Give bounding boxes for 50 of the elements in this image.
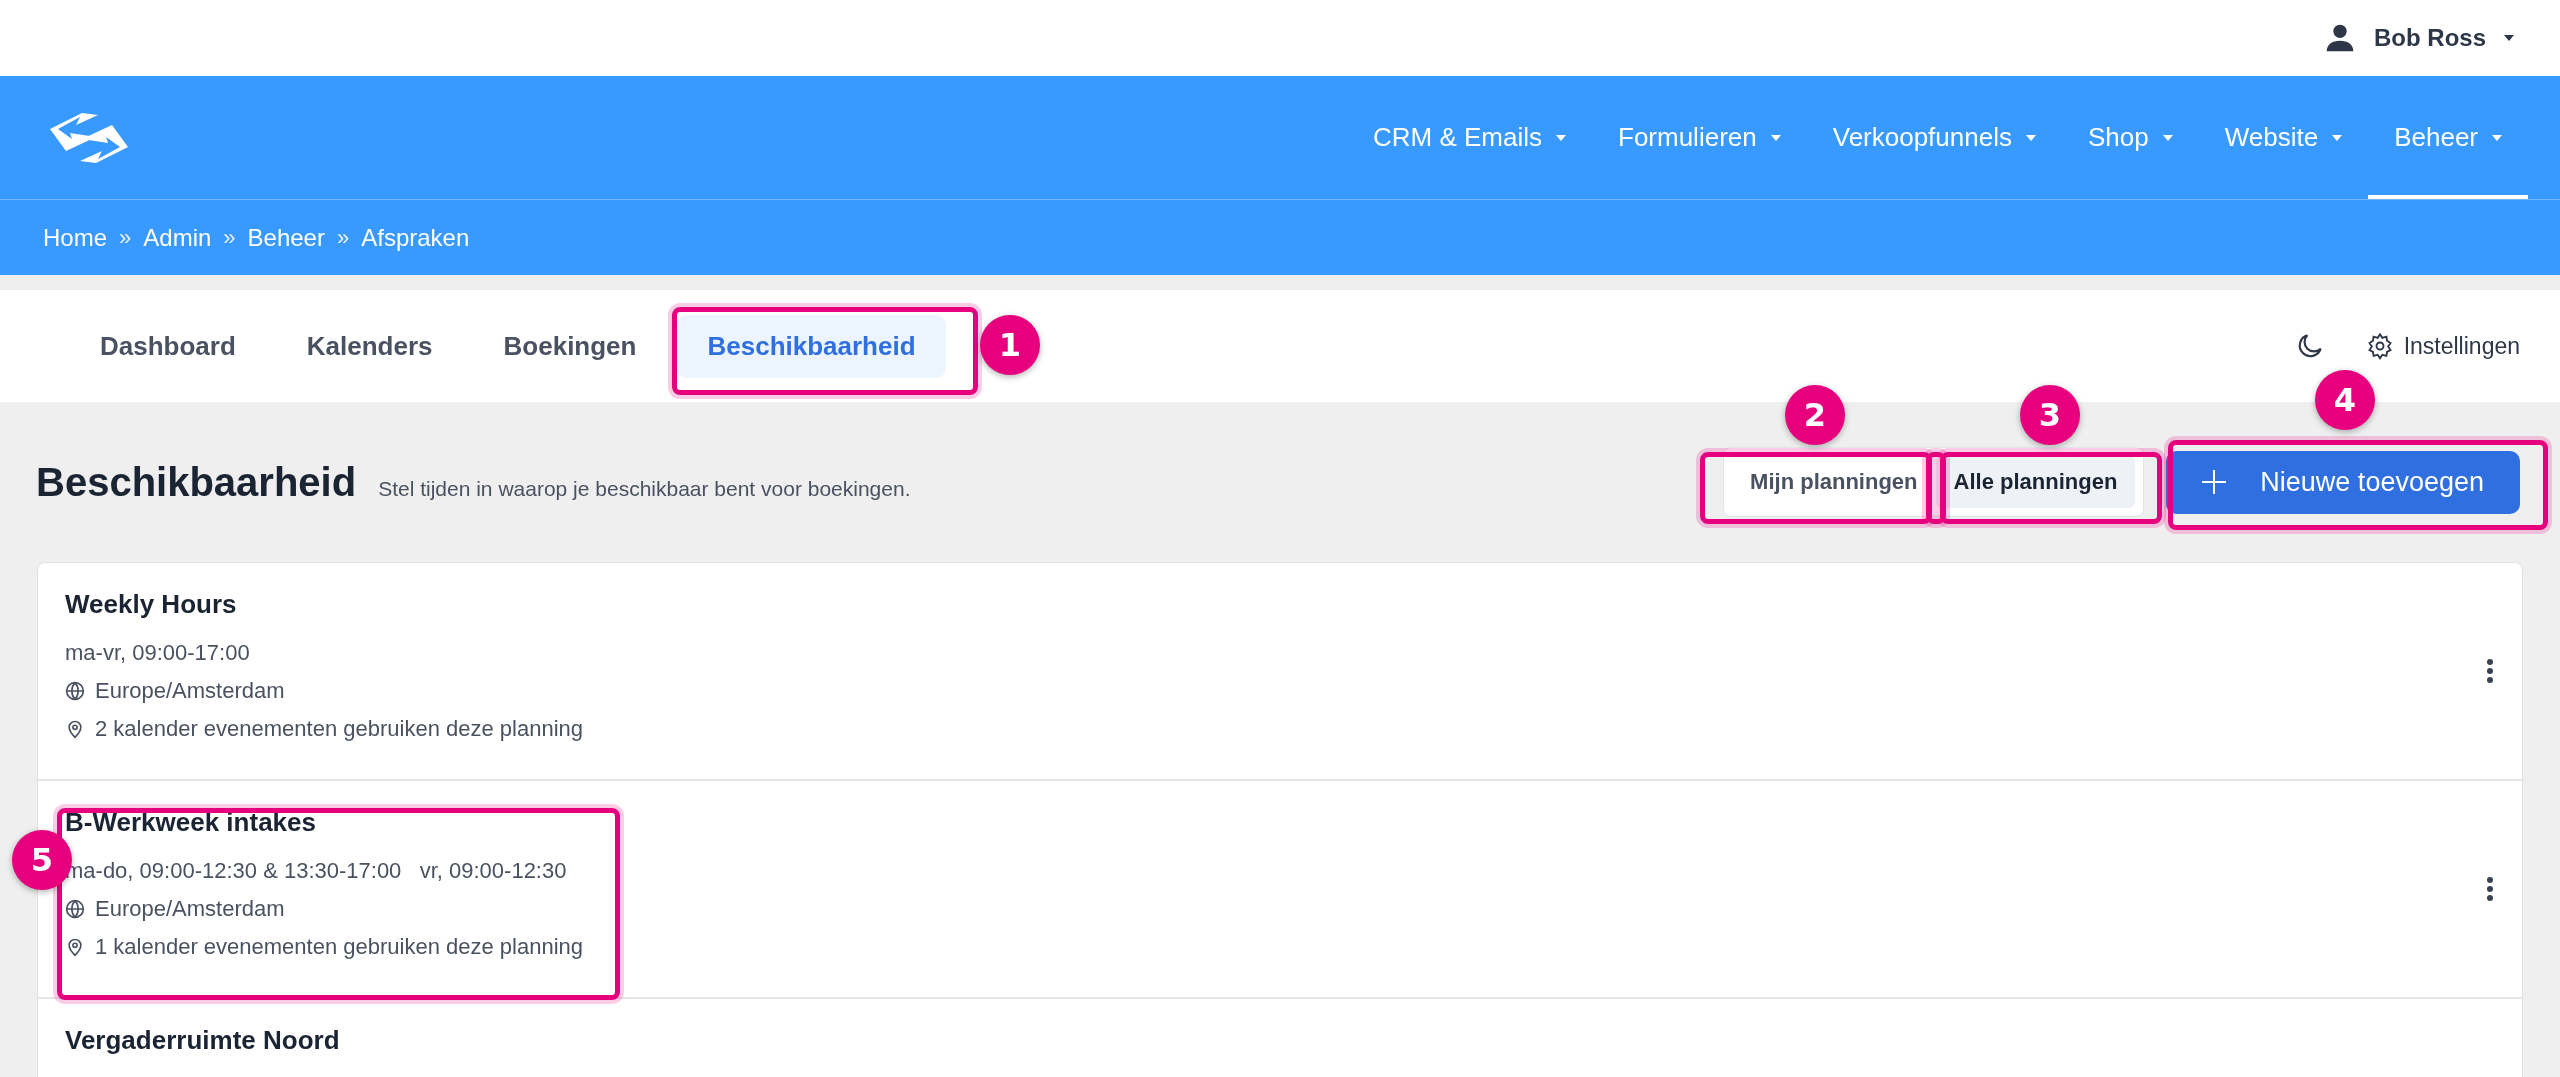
page-title: Beschikbaarheid	[36, 459, 357, 505]
tab[interactable]: Boekingen	[473, 314, 667, 378]
schedule-hours: ma-vr, 09:00-17:00	[65, 640, 250, 666]
timezone: Europe/Amsterdam	[95, 896, 285, 922]
add-button[interactable]: Nieuwe toevoegen	[2166, 450, 2520, 514]
more-options-icon[interactable]	[2486, 658, 2494, 684]
caret-icon	[2504, 35, 2514, 41]
caret-icon	[2332, 134, 2343, 141]
timezone: Europe/Amsterdam	[95, 678, 285, 704]
breadcrumb-link[interactable]: Admin	[143, 223, 212, 252]
settings-link[interactable]: Instellingen	[2365, 332, 2520, 360]
user-menu[interactable]: Bob Ross	[2318, 21, 2520, 55]
callout-number: 4	[2315, 370, 2375, 430]
breadcrumb-link[interactable]: Afspraken	[361, 223, 470, 252]
nav-menu-item[interactable]: Shop	[2061, 76, 2199, 199]
nav-menu-item[interactable]: Verkoopfunnels	[1806, 76, 2062, 199]
breadcrumb-link[interactable]: Beheer	[247, 223, 325, 252]
usage-note: 2 kalender evenementen gebruiken deze planning	[95, 716, 584, 742]
location-pin-icon	[65, 937, 85, 957]
breadcrumb-separator: »	[223, 224, 236, 251]
tab[interactable]: Kalenders	[276, 314, 463, 378]
usage-note: 1 kalender evenementen gebruiken deze planning	[95, 934, 584, 960]
more-options-icon[interactable]	[2486, 876, 2494, 902]
schedule-title: Weekly Hours	[65, 589, 238, 620]
nav-menu-item[interactable]: Website	[2198, 76, 2369, 199]
settings-icon	[2365, 332, 2394, 360]
caret-icon	[1556, 134, 1566, 141]
tab[interactable]: Dashboard	[70, 314, 266, 378]
filter-option[interactable]: Alle planningen	[1935, 456, 2136, 508]
tab[interactable]: Beschikbaarheid	[677, 314, 946, 378]
callout-number: 3	[2020, 385, 2080, 445]
caret-icon	[2492, 134, 2502, 141]
nav-menu-item[interactable]: CRM & Emails	[1347, 76, 1592, 199]
breadcrumb-link[interactable]: Home	[43, 223, 108, 252]
location-pin-icon	[65, 719, 85, 739]
nav-menu-item[interactable]: Formulieren	[1592, 76, 1807, 199]
globe-icon	[65, 681, 85, 701]
callout-number: 2	[1785, 385, 1845, 445]
schedule-title: B-Werkweek intakes	[65, 807, 317, 838]
user-icon	[2324, 22, 2356, 54]
caret-icon	[1770, 134, 1781, 141]
page-subtitle: Stel tijden in waarop je beschikbaar bent voor boekingen.	[378, 476, 911, 501]
globe-icon	[65, 899, 85, 919]
plus-icon	[2202, 470, 2227, 494]
caret-icon	[2162, 134, 2173, 141]
breadcrumb-separator: »	[119, 224, 132, 251]
breadcrumb-separator: »	[336, 224, 350, 251]
schedule-title: Vergaderruimte Noord	[65, 1025, 340, 1056]
nav-menu-item[interactable]: Beheer	[2368, 76, 2528, 199]
caret-icon	[2025, 134, 2036, 141]
